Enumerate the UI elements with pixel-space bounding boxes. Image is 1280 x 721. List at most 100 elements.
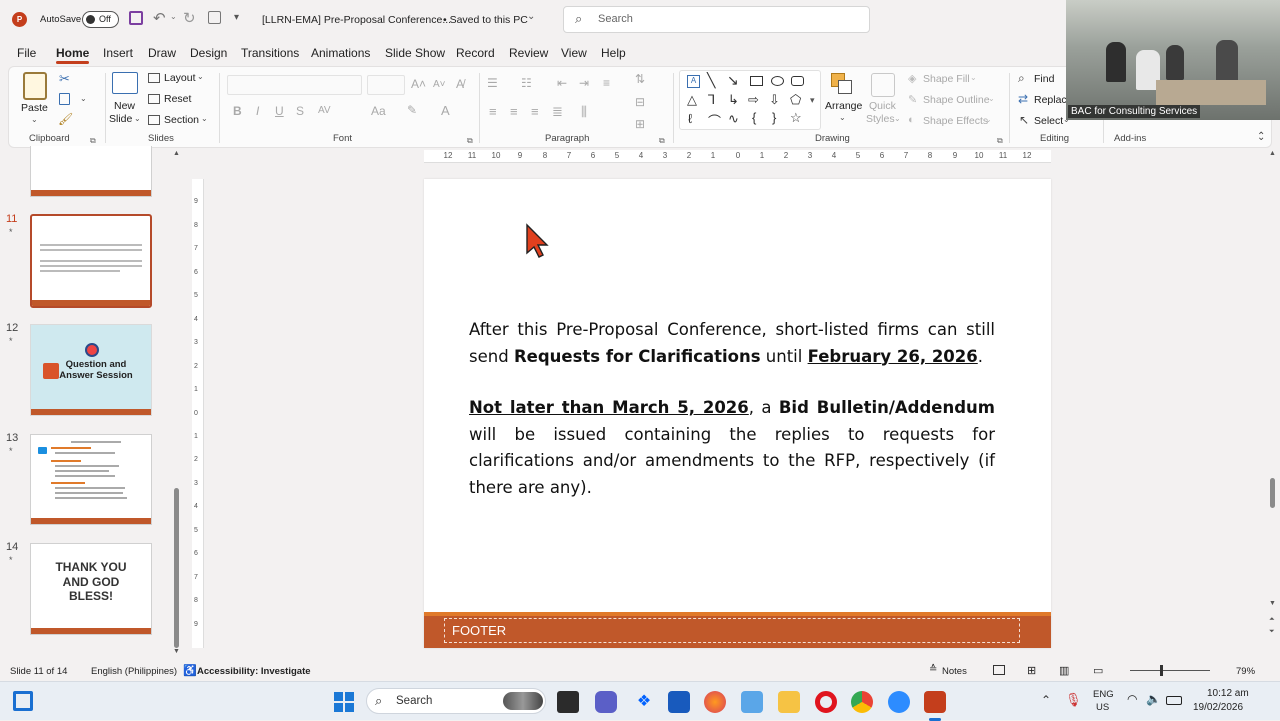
scroll-up-icon[interactable]: ▲	[1269, 150, 1276, 157]
save-status[interactable]: • Saved to this PC	[443, 14, 528, 26]
tab-insert[interactable]: Insert	[103, 46, 133, 60]
zoom-slider-thumb[interactable]	[1160, 665, 1163, 676]
chevron-down-icon[interactable]: ⌄	[1257, 132, 1265, 143]
highlight-icon[interactable]: ✎	[407, 103, 417, 117]
arrange-button[interactable]: Arrange	[825, 100, 862, 112]
show-hidden-icons-icon[interactable]: ⌃	[1041, 693, 1051, 707]
chevron-down-icon[interactable]: ⌄	[988, 94, 995, 103]
chevron-down-icon[interactable]: ⌄	[894, 114, 901, 123]
chevron-down-icon[interactable]: ⌄	[201, 114, 208, 123]
flowchart-shape-icon[interactable]: ⬠	[790, 92, 801, 108]
shape-effects-icon[interactable]: ◐	[908, 114, 915, 126]
search-box[interactable]: ⌕ Search	[563, 6, 870, 33]
file-explorer-icon[interactable]	[778, 691, 800, 713]
slide-thumbnail-10[interactable]	[30, 146, 152, 197]
dialog-launcher-icon[interactable]: ⧉	[467, 136, 473, 146]
star-shape-icon[interactable]: ☆	[790, 110, 802, 126]
zoom-slider[interactable]	[1130, 665, 1210, 676]
rectangle-shape-icon[interactable]	[750, 76, 763, 86]
shape-outline-icon[interactable]: ✎	[908, 93, 917, 106]
arrow-line-shape-icon[interactable]: ↘	[727, 72, 739, 89]
language-indicator[interactable]: English (Philippines)	[91, 666, 177, 677]
increase-font-icon[interactable]: A˄	[411, 77, 426, 91]
triangle-shape-icon[interactable]: △	[687, 92, 697, 108]
align-left-icon[interactable]: ≡	[489, 104, 497, 119]
task-view-icon[interactable]	[557, 691, 579, 713]
section-button[interactable]: Section	[164, 114, 199, 126]
font-color-icon[interactable]: A	[441, 103, 450, 118]
quick-styles-button[interactable]: Quick	[869, 100, 896, 112]
decrease-indent-icon[interactable]: ⇤	[557, 76, 567, 90]
bullets-icon[interactable]: ☰	[487, 76, 498, 90]
tab-transitions[interactable]: Transitions	[241, 46, 299, 60]
format-painter-icon[interactable]: 🖌	[58, 112, 73, 126]
font-size-combobox[interactable]	[367, 75, 405, 95]
scroll-down-icon[interactable]: ▼	[173, 648, 180, 655]
taskbar-search-box[interactable]: ⌕ Search	[366, 688, 546, 714]
zoom-icon[interactable]	[888, 691, 910, 713]
start-from-beginning-icon[interactable]	[208, 11, 221, 24]
change-case-button[interactable]: Aa	[371, 104, 386, 118]
cut-icon[interactable]: ✂	[59, 71, 70, 87]
slide-thumbnail-14[interactable]: THANK YOU AND GOD BLESS!	[30, 543, 152, 635]
next-slide-icon[interactable]: ⏷	[1269, 628, 1275, 636]
quick-styles-button-line2[interactable]: Styles	[866, 113, 895, 125]
tab-animations[interactable]: Animations	[311, 46, 370, 60]
find-button[interactable]: Find	[1034, 73, 1054, 85]
line-shape-icon[interactable]: ╲	[707, 72, 715, 89]
redo-icon[interactable]: ↻	[183, 9, 196, 27]
dialog-launcher-icon[interactable]: ⧉	[997, 136, 1003, 146]
chevron-down-icon[interactable]: ⌄	[985, 115, 992, 124]
reset-icon[interactable]	[148, 94, 160, 104]
text-direction-icon[interactable]: ⇅	[635, 72, 645, 86]
quick-styles-icon[interactable]	[871, 73, 895, 97]
microphone-icon[interactable]: 🎙	[1065, 692, 1082, 708]
volume-icon[interactable]: 🔈	[1146, 692, 1161, 706]
select-icon[interactable]: ↖	[1019, 113, 1029, 127]
undo-icon[interactable]: ↶	[153, 9, 166, 27]
copy-icon[interactable]	[59, 93, 70, 105]
chevron-down-icon[interactable]: ⌄	[134, 114, 141, 123]
freeform-shape-icon[interactable]: ℓ	[688, 111, 692, 126]
save-icon[interactable]	[129, 11, 143, 25]
zoom-level[interactable]: 79%	[1236, 666, 1255, 677]
shapes-gallery[interactable]: A ╲ ↘ △ ⅂ ↳ ⇨ ⇩ ⬠ ℓ ⌒ ∿ { } ☆ ▾	[679, 70, 821, 130]
tab-help[interactable]: Help	[601, 46, 626, 60]
dialog-launcher-icon[interactable]: ⧉	[659, 136, 665, 146]
word-icon[interactable]	[668, 691, 690, 713]
curve-shape-icon[interactable]: ∿	[728, 111, 739, 127]
reset-button[interactable]: Reset	[164, 93, 191, 105]
align-right-icon[interactable]: ≡	[531, 104, 539, 119]
previous-slide-icon[interactable]: ⏶	[1269, 616, 1275, 624]
tab-file[interactable]: File	[17, 46, 36, 60]
character-spacing-button[interactable]: AV	[318, 105, 331, 116]
autosave-toggle[interactable]: Off	[82, 11, 119, 28]
numbering-icon[interactable]: ☷	[521, 76, 532, 90]
teams-icon[interactable]	[595, 691, 617, 713]
italic-button[interactable]: I	[256, 104, 259, 118]
dropbox-icon[interactable]: ❖	[633, 691, 655, 713]
new-slide-icon[interactable]	[112, 72, 138, 94]
accessibility-checker[interactable]: Accessibility: Investigate	[197, 666, 311, 677]
slide-sorter-icon[interactable]: ⊞	[1027, 664, 1036, 677]
text-box-shape-icon[interactable]: A	[687, 75, 700, 88]
layout-button[interactable]: Layout	[164, 72, 196, 84]
oval-shape-icon[interactable]	[771, 76, 784, 86]
shape-effects-button[interactable]: Shape Effects	[923, 115, 988, 127]
new-slide-button[interactable]: New	[114, 100, 135, 112]
align-center-icon[interactable]: ≡	[510, 104, 518, 119]
wifi-icon[interactable]: ◠	[1127, 692, 1137, 706]
tab-design[interactable]: Design	[190, 46, 227, 60]
section-icon[interactable]	[148, 115, 160, 125]
slide-thumbnail-11[interactable]	[30, 214, 152, 308]
shape-outline-button[interactable]: Shape Outline	[923, 94, 990, 106]
slide-thumbnail-12[interactable]: Question and Answer Session	[30, 324, 152, 416]
clear-formatting-icon[interactable]: A̸	[456, 77, 464, 91]
columns-icon[interactable]: ⫼	[581, 104, 587, 120]
increase-indent-icon[interactable]: ⇥	[579, 76, 589, 90]
font-name-combobox[interactable]	[227, 75, 362, 95]
right-arrow-shape-icon[interactable]: ⇨	[748, 92, 759, 108]
chevron-down-icon[interactable]: ⌄	[170, 12, 177, 21]
layout-icon[interactable]	[148, 73, 160, 83]
chevron-down-icon[interactable]: ⌄	[970, 73, 977, 82]
